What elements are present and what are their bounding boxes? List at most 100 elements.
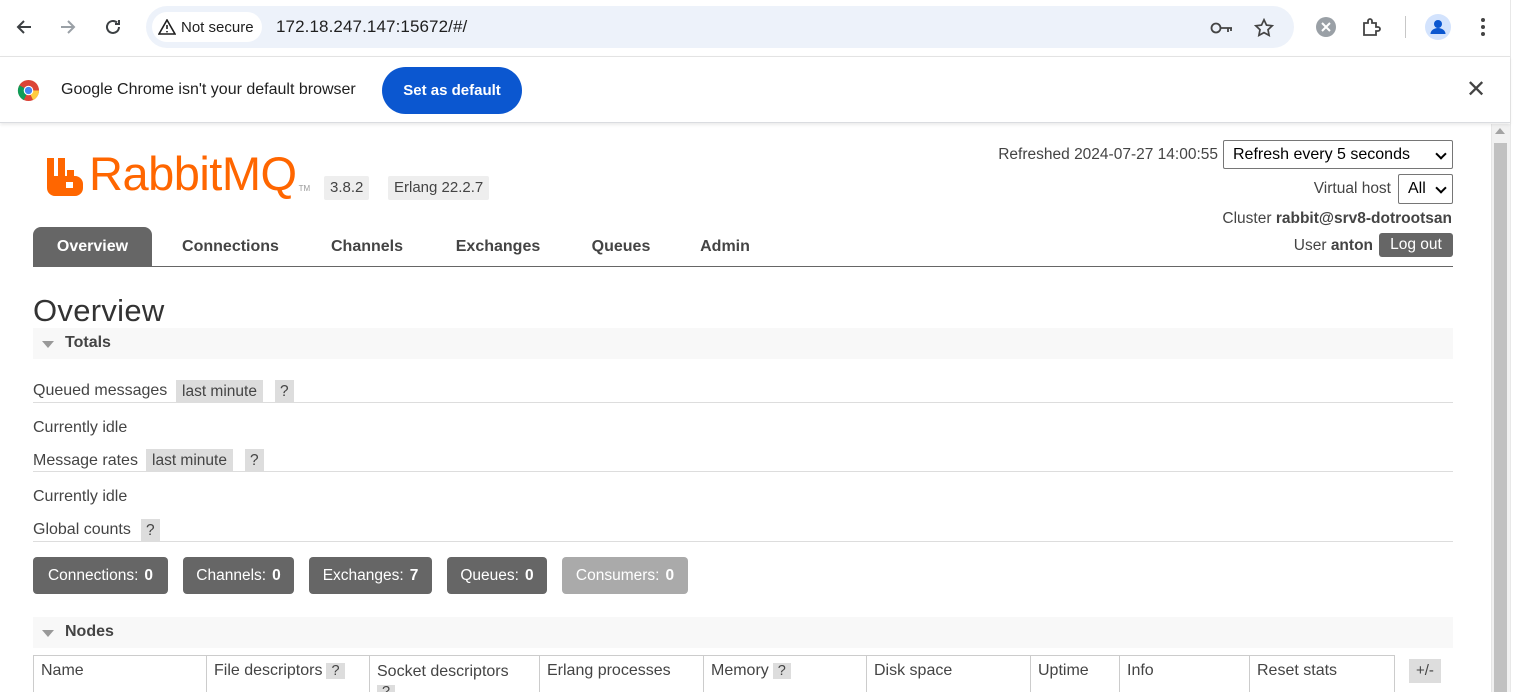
global-counts-label: Global counts xyxy=(33,521,131,538)
columns-toggle-button[interactable]: +/- xyxy=(1409,659,1441,683)
rates-range-selector[interactable]: last minute xyxy=(146,449,233,472)
column-label: Name xyxy=(41,662,84,679)
column-label: Socket descriptors xyxy=(377,663,509,680)
extensions-puzzle-icon[interactable] xyxy=(1359,14,1385,40)
browser-toolbar: Not secure 172.18.247.147:15672/#/ xyxy=(0,0,1510,56)
key-icon[interactable] xyxy=(1210,16,1234,40)
rabbit-logo-icon xyxy=(47,158,83,196)
cluster-label: Cluster xyxy=(1222,210,1272,227)
column-disk-space: Disk space xyxy=(866,656,1030,692)
scroll-up-arrow-icon[interactable] xyxy=(1495,128,1505,134)
column-uptime: Uptime xyxy=(1030,656,1119,692)
refreshed-status: Refreshed 2024-07-27 14:00:55 xyxy=(998,146,1218,164)
column-label: Uptime xyxy=(1038,662,1089,679)
channels-count[interactable]: Channels: 0 xyxy=(183,557,294,594)
queued-messages-label: Queued messages xyxy=(33,382,168,399)
chrome-menu-icon[interactable] xyxy=(1470,14,1496,40)
tab-channels[interactable]: Channels xyxy=(313,227,421,266)
bookmark-star-icon[interactable] xyxy=(1252,16,1276,40)
refreshed-label: Refreshed xyxy=(998,146,1070,163)
help-button[interactable]: ? xyxy=(772,663,791,679)
column-label: Reset stats xyxy=(1257,662,1338,679)
nodes-section-toggle[interactable]: Nodes xyxy=(33,617,1453,648)
column-erlang-processes: Erlang processes xyxy=(539,656,703,692)
address-bar[interactable]: Not secure 172.18.247.147:15672/#/ xyxy=(146,6,1294,48)
tab-exchanges[interactable]: Exchanges xyxy=(438,227,558,266)
connections-count[interactable]: Connections: 0 xyxy=(33,557,168,594)
rabbitmq-logo[interactable]: RabbitMQ TM xyxy=(47,147,311,200)
count-value: 7 xyxy=(409,566,419,584)
close-icon[interactable]: ✕ xyxy=(1466,78,1486,102)
default-browser-infobar: Google Chrome isn't your default browser… xyxy=(0,56,1510,123)
column-label: Disk space xyxy=(874,662,953,679)
refreshed-time: 2024-07-27 14:00:55 xyxy=(1074,146,1218,163)
profile-avatar-icon[interactable] xyxy=(1425,14,1451,40)
nodes-header: Nodes xyxy=(65,623,114,640)
count-value: 0 xyxy=(144,566,154,584)
set-as-default-button[interactable]: Set as default xyxy=(382,67,522,114)
forward-icon[interactable] xyxy=(54,13,82,41)
chrome-logo-icon xyxy=(17,79,40,102)
count-label: Consumers: xyxy=(575,566,660,584)
queues-count[interactable]: Queues: 0 xyxy=(447,557,547,594)
help-button[interactable]: ? xyxy=(326,663,345,679)
collapse-triangle-icon xyxy=(42,630,54,637)
tab-queues[interactable]: Queues xyxy=(577,227,665,266)
virtual-host-select[interactable]: All xyxy=(1398,174,1453,204)
refresh-interval-value: Refresh every 5 seconds xyxy=(1233,146,1410,163)
column-socket-descriptors: Socket descriptors? xyxy=(369,656,539,692)
column-memory: Memory? xyxy=(703,656,866,692)
column-label: Memory xyxy=(711,662,769,679)
tab-overview[interactable]: Overview xyxy=(33,227,152,266)
virtual-host-label: Virtual host xyxy=(1313,180,1391,197)
scrollbar-thumb[interactable] xyxy=(1494,143,1507,692)
back-icon[interactable] xyxy=(10,13,38,41)
cluster-info: Cluster rabbit@srv8-dotrootsan xyxy=(1222,210,1452,228)
tab-admin[interactable]: Admin xyxy=(685,227,765,266)
column-label: Info xyxy=(1127,662,1154,679)
warning-icon xyxy=(158,19,176,35)
extension-blocked-icon[interactable] xyxy=(1313,14,1339,40)
exchanges-count[interactable]: Exchanges: 7 xyxy=(309,557,432,594)
erlang-version-badge: Erlang 22.2.7 xyxy=(388,176,490,200)
totals-section-toggle[interactable]: Totals xyxy=(33,328,1453,359)
divider xyxy=(33,471,1453,472)
rates-idle-text: Currently idle xyxy=(33,488,128,505)
column-label: Erlang processes xyxy=(547,662,671,679)
divider xyxy=(33,541,1453,542)
page-title: Overview xyxy=(33,293,165,328)
tab-connections[interactable]: Connections xyxy=(165,227,296,266)
nodes-table-header: Name File descriptors? Socket descriptor… xyxy=(33,655,1395,692)
count-label: Queues: xyxy=(460,566,519,584)
security-chip[interactable]: Not secure xyxy=(152,12,262,42)
queued-range-selector[interactable]: last minute xyxy=(176,380,263,403)
chevron-down-icon xyxy=(1435,182,1447,194)
count-value: 0 xyxy=(272,566,281,584)
queued-help-button[interactable]: ? xyxy=(275,380,294,403)
count-label: Connections: xyxy=(47,566,139,584)
reload-icon[interactable] xyxy=(99,13,127,41)
totals-header: Totals xyxy=(65,334,111,351)
toolbar-divider xyxy=(1405,16,1406,38)
consumers-count: Consumers: 0 xyxy=(562,557,688,594)
message-rates-label: Message rates xyxy=(33,452,138,469)
main-tabs: Overview Connections Channels Exchanges … xyxy=(33,227,1453,267)
collapse-triangle-icon xyxy=(42,341,54,348)
virtual-host-value: All xyxy=(1408,180,1426,197)
column-reset-stats: Reset stats xyxy=(1249,656,1395,692)
rates-help-button[interactable]: ? xyxy=(245,449,264,472)
global-counts-help-button[interactable]: ? xyxy=(141,519,160,542)
logo-trademark: TM xyxy=(298,184,311,193)
count-label: Channels: xyxy=(196,566,267,584)
column-name: Name xyxy=(33,656,206,692)
count-value: 0 xyxy=(665,566,675,584)
column-info: Info xyxy=(1119,656,1249,692)
logo-text: RabbitMQ xyxy=(89,147,297,200)
url-text[interactable]: 172.18.247.147:15672/#/ xyxy=(276,17,467,37)
chevron-down-icon xyxy=(1435,148,1447,160)
column-label: File descriptors xyxy=(214,662,323,679)
refresh-interval-select[interactable]: Refresh every 5 seconds xyxy=(1223,140,1453,169)
window-edge xyxy=(1510,0,1520,692)
cluster-name: rabbit@srv8-dotrootsan xyxy=(1275,210,1452,227)
help-button[interactable]: ? xyxy=(377,685,396,692)
